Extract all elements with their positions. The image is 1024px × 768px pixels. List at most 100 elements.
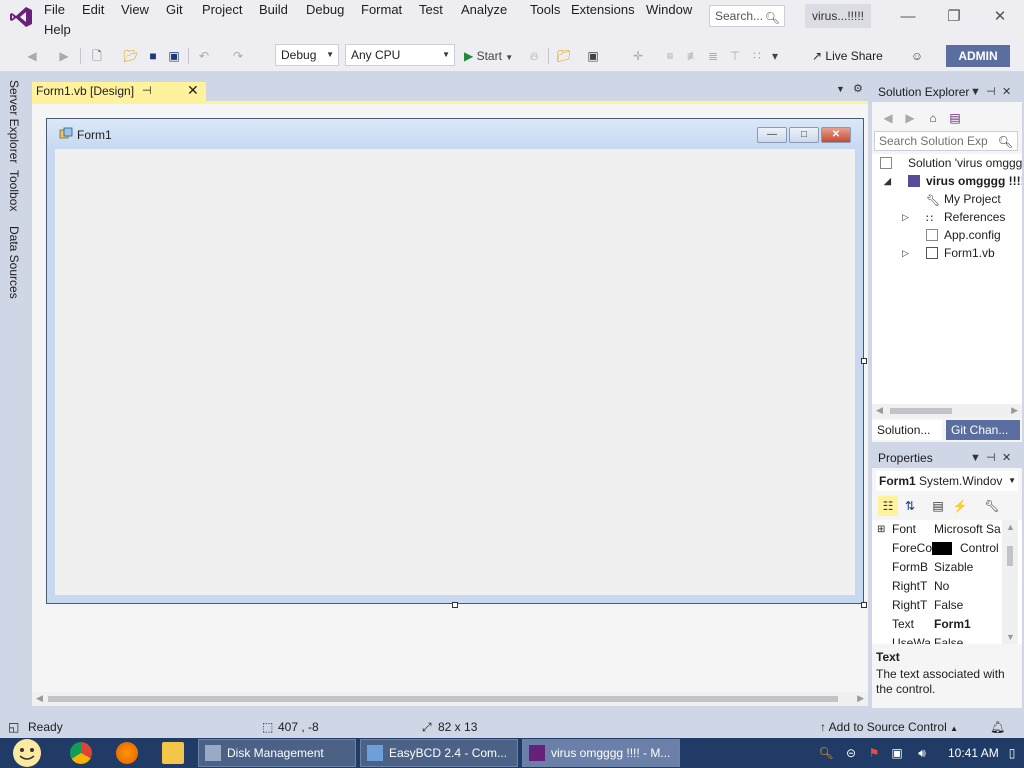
taskbar-clock[interactable]: 10:41 AM <box>948 738 999 768</box>
server-explorer-tab[interactable]: Server Explorer <box>7 80 21 163</box>
scrollbar-thumb[interactable] <box>1007 546 1013 566</box>
forward-icon[interactable]: ▶ <box>902 108 918 128</box>
scroll-right-icon[interactable]: ▶ <box>1011 405 1018 416</box>
expand-icon[interactable]: ▷ <box>902 244 909 262</box>
new-project-icon[interactable]: 🗋︎ <box>88 46 106 66</box>
form1-client-area[interactable] <box>55 149 855 595</box>
menu-build[interactable]: Build <box>251 0 296 20</box>
align-left-icon[interactable]: ✛ <box>630 46 646 66</box>
menu-analyze[interactable]: Analyze <box>453 0 515 20</box>
designer-horizontal-scrollbar[interactable]: ◀ ▶ <box>32 692 868 706</box>
close-icon[interactable]: ✕ <box>1002 82 1011 102</box>
start-button[interactable]: ▶ Start ▼ <box>464 46 528 66</box>
property-grid-scrollbar[interactable]: ▲ ▼ <box>1002 520 1018 644</box>
pin-icon[interactable]: ⊣ <box>986 448 996 468</box>
live-share-button[interactable]: ↗ Live Share <box>812 46 883 66</box>
property-row-formborderstyle[interactable]: FormB Sizable <box>872 558 1002 577</box>
align-justify-icon[interactable]: ≣ <box>705 46 721 66</box>
close-button[interactable]: ✕ <box>978 2 1022 32</box>
resize-handle-right[interactable] <box>861 358 867 364</box>
object-selector[interactable]: Form1 System.Windov ▼ <box>876 471 1018 491</box>
add-to-source-control-button[interactable]: ↑ Add to Source Control ▲ <box>820 716 958 740</box>
events-icon[interactable]: ⚡ <box>950 496 970 516</box>
form1-window[interactable]: Form1 — □ ✕ <box>46 118 864 604</box>
categorized-icon[interactable]: ☷ <box>878 496 898 516</box>
expand-icon[interactable]: ▷ <box>902 208 909 226</box>
network-icon[interactable]: ▣ <box>889 745 905 761</box>
volume-icon[interactable]: 🔊︎ <box>914 745 930 761</box>
align-center-icon[interactable]: ≡ <box>662 46 678 66</box>
scroll-right-icon[interactable]: ▶ <box>857 693 864 704</box>
scroll-left-icon[interactable]: ◀ <box>36 693 43 704</box>
solution-platform-select[interactable]: Any CPU ▼ <box>345 44 455 66</box>
property-pages-icon[interactable]: 🔧︎ <box>982 496 1002 516</box>
align-middle-icon[interactable]: ∷ <box>749 46 765 66</box>
property-row-usewaitcursor[interactable]: UseWa False <box>872 634 1002 644</box>
open-folder-icon[interactable]: 📂︎ <box>122 46 140 66</box>
gear-icon[interactable]: ⚙ <box>853 82 863 95</box>
menu-extensions[interactable]: Extensions <box>563 0 643 20</box>
collapse-icon[interactable]: ◢ <box>884 172 891 190</box>
pin-icon[interactable]: ⊣ <box>142 82 152 101</box>
property-row-font[interactable]: ⊞ Font Microsoft Sa <box>872 520 1002 539</box>
property-row-righttoleftlayout[interactable]: RightT False <box>872 596 1002 615</box>
panel-menu-icon[interactable]: ▼ <box>970 82 981 102</box>
task-disk-management[interactable]: Disk Management <box>198 739 356 767</box>
menu-window[interactable]: Window <box>638 0 700 20</box>
menu-format[interactable]: Format <box>353 0 410 20</box>
menu-view[interactable]: View <box>113 0 157 20</box>
menu-test[interactable]: Test <box>411 0 451 20</box>
menu-edit[interactable]: Edit <box>74 0 112 20</box>
alphabetical-icon[interactable]: ⇅ <box>900 496 920 516</box>
tab-form1-design[interactable]: Form1.vb [Design] ⊣ ✕ <box>32 82 206 102</box>
scrollbar-thumb[interactable] <box>890 408 952 414</box>
home-icon[interactable]: ⌂ <box>924 108 942 128</box>
align-right-icon[interactable]: ≢ <box>685 46 701 66</box>
menu-git[interactable]: Git <box>158 0 191 20</box>
chrome-icon[interactable] <box>70 742 92 764</box>
toolbar-overflow-icon[interactable]: ▾ <box>769 46 781 66</box>
properties-icon[interactable]: ▤ <box>928 496 948 516</box>
close-tab-icon[interactable]: ✕ <box>187 81 199 100</box>
tray-minus-icon[interactable]: ⊝ <box>843 745 859 761</box>
forward-icon[interactable]: ▶ <box>56 46 72 66</box>
show-desktop-icon[interactable]: ▯ <box>1004 745 1020 761</box>
menu-help[interactable]: Help <box>36 20 79 40</box>
tab-git-changes[interactable]: Git Chan... <box>946 420 1020 440</box>
task-easybcd[interactable]: EasyBCD 2.4 - Com... <box>360 739 518 767</box>
minimize-button[interactable]: — <box>886 2 930 32</box>
panel-menu-icon[interactable]: ▼ <box>970 448 981 468</box>
expand-icon[interactable]: ⊞ <box>877 520 885 539</box>
scrollbar-thumb[interactable] <box>48 696 838 702</box>
notifications-icon[interactable]: 🔔︎ <box>990 716 1005 738</box>
pin-icon[interactable]: ⊣ <box>986 82 996 102</box>
solution-search-input[interactable]: Search Solution Exp 🔍︎ <box>874 131 1018 151</box>
search-tray-icon[interactable]: 🔍︎ <box>818 745 834 761</box>
data-sources-tab[interactable]: Data Sources <box>7 226 21 299</box>
tab-solution[interactable]: Solution... <box>872 420 942 440</box>
switch-views-icon[interactable]: ▤ <box>946 108 964 128</box>
align-top-icon[interactable]: ⊤ <box>727 46 743 66</box>
hot-reload-icon[interactable]: 🔥︎ <box>527 46 541 66</box>
resize-handle-bottom[interactable] <box>452 602 458 608</box>
document-list-dropdown-icon[interactable]: ▼ <box>836 84 845 94</box>
browse-folder-icon[interactable]: 📁︎ <box>555 46 573 66</box>
restore-button[interactable]: ❐ <box>932 2 976 32</box>
undo-icon[interactable]: ↶ <box>196 46 212 66</box>
redo-icon[interactable]: ↷ <box>230 46 246 66</box>
property-row-forecolor[interactable]: ForeCo Control <box>872 539 1002 558</box>
solution-configuration-select[interactable]: Debug ▼ <box>275 44 339 66</box>
search-input[interactable]: Search... 🔍︎ <box>709 5 785 27</box>
menu-project[interactable]: Project <box>194 0 250 20</box>
task-visual-studio[interactable]: virus omgggg !!!! - M... <box>522 739 680 767</box>
form1-title-bar[interactable]: Form1 — □ ✕ <box>47 119 863 149</box>
scroll-up-icon[interactable]: ▲ <box>1006 522 1015 532</box>
start-button-icon[interactable] <box>8 738 46 768</box>
back-icon[interactable]: ◀ <box>24 46 40 66</box>
flag-icon[interactable]: ⚑ <box>866 745 882 761</box>
file-explorer-icon[interactable] <box>162 742 184 764</box>
menu-tools[interactable]: Tools <box>522 0 568 20</box>
firefox-icon[interactable] <box>116 742 138 764</box>
menu-file[interactable]: File <box>36 0 73 20</box>
resize-handle-corner[interactable] <box>861 602 867 608</box>
